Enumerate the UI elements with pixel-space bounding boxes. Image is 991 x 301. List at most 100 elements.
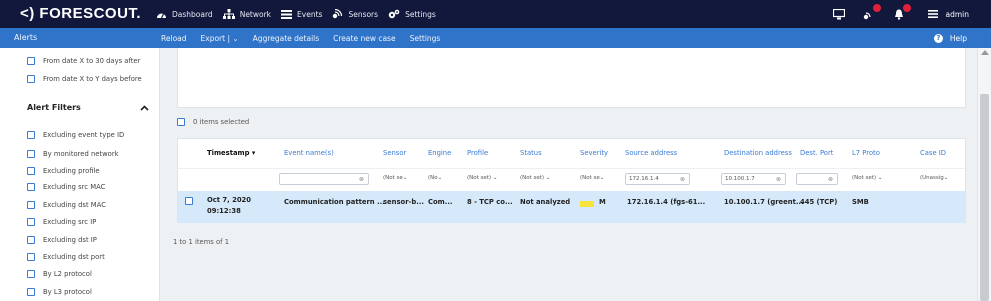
col-event-name[interactable]: Event name(s) [284, 149, 334, 157]
filter-option[interactable]: Excluding src IP [27, 218, 96, 226]
date-option[interactable]: From date X to Y days before [27, 75, 142, 83]
reload-button[interactable]: Reload [161, 34, 187, 43]
create-new-case-button[interactable]: Create new case [333, 34, 395, 43]
top-header: <) FORESCOUT. Dashboard Network Events S… [0, 0, 991, 28]
nav-network[interactable]: Network [222, 9, 271, 19]
col-destination-address[interactable]: Destination address [724, 149, 792, 157]
toolbar-actions: Reload Export | ⌄ Aggregate details Crea… [161, 28, 454, 48]
checkbox[interactable] [27, 270, 35, 278]
col-dest-port[interactable]: Dest. Port [800, 149, 833, 157]
col-timestamp[interactable]: Timestamp ▾ [207, 149, 255, 157]
event-name-filter[interactable]: ⊗ [279, 173, 369, 185]
col-status[interactable]: Status [520, 149, 542, 157]
checkbox[interactable] [27, 167, 35, 175]
filter-option[interactable]: Excluding profile [27, 167, 100, 175]
clear-icon[interactable]: ⊗ [828, 176, 833, 183]
hamburger-icon [927, 10, 938, 18]
profile-filter[interactable]: (Not set) ⌄ [467, 175, 497, 181]
select-all-checkbox[interactable] [177, 118, 185, 126]
nav-sensors[interactable]: Sensors [332, 9, 378, 19]
sensor-filter[interactable]: (Not se⌄ [383, 175, 407, 181]
clear-icon[interactable]: ⊗ [359, 176, 364, 183]
row-checkbox[interactable] [185, 197, 193, 205]
checkbox[interactable] [27, 236, 35, 244]
clear-icon[interactable]: ⊗ [680, 176, 685, 183]
filter-option[interactable]: Excluding event type ID [27, 131, 124, 139]
status-filter[interactable]: (Not set) ⌄ [520, 175, 550, 181]
nav-events[interactable]: Events [281, 9, 323, 19]
filter-sidebar: From date X to 30 days after From date X… [0, 48, 160, 301]
filter-label: Excluding dst port [43, 253, 105, 261]
username: admin [945, 9, 970, 19]
header-right-tools: admin [832, 0, 991, 28]
checkbox[interactable] [27, 150, 35, 158]
nav-settings[interactable]: Settings [388, 9, 436, 19]
filter-option[interactable]: Excluding dst IP [27, 236, 97, 244]
user-menu[interactable]: admin [927, 9, 970, 19]
filter-option[interactable]: By monitored network [27, 150, 119, 158]
filter-option[interactable]: Excluding dst MAC [27, 201, 106, 209]
cell-timestamp-date: Oct 7, 2020 [207, 196, 252, 204]
severity-filter[interactable]: (Not se⌄ [580, 175, 604, 181]
checkbox[interactable] [27, 218, 35, 226]
aggregate-details-button[interactable]: Aggregate details [253, 34, 319, 43]
checkbox[interactable] [27, 57, 35, 65]
notification-badge [872, 4, 881, 12]
export-dropdown[interactable]: Export | ⌄ [201, 34, 239, 43]
bell-icon [894, 9, 903, 20]
events-list-icon [281, 9, 293, 19]
table-row[interactable]: Oct 7, 2020 09:12:38 Communication patte… [178, 191, 965, 223]
alerts-table: Timestamp ▾ Event name(s) Sensor Engine … [177, 138, 966, 223]
alerts-main: 0 items selected Timestamp ▾ Event name(… [160, 48, 977, 301]
col-l7-proto[interactable]: L7 Proto [852, 149, 880, 157]
date-option[interactable]: From date X to 30 days after [27, 57, 140, 65]
checkbox[interactable] [27, 75, 35, 83]
destination-address-filter[interactable]: 10.100.1.7 ⊗ [721, 173, 786, 185]
checkbox[interactable] [27, 131, 35, 139]
settings-button[interactable]: Settings [410, 34, 441, 43]
checkbox[interactable] [27, 288, 35, 296]
col-engine[interactable]: Engine [428, 149, 451, 157]
l7-proto-filter[interactable]: (Not set) ⌄ [852, 175, 882, 181]
col-case-id[interactable]: Case ID [920, 149, 946, 157]
nav-dashboard[interactable]: Dashboard [156, 10, 213, 19]
checkbox[interactable] [27, 201, 35, 209]
col-profile[interactable]: Profile [467, 149, 488, 157]
monitor-button[interactable] [832, 7, 846, 21]
source-address-filter[interactable]: 172.16.1.4 ⊗ [625, 173, 690, 185]
alert-filters-header[interactable]: Alert Filters [27, 103, 149, 112]
case-id-filter[interactable]: (Unassig⌄ [920, 175, 948, 181]
notifications-button[interactable] [892, 4, 911, 21]
forescout-logo[interactable]: <) FORESCOUT. [20, 5, 141, 22]
scroll-thumb[interactable] [980, 94, 989, 301]
filter-option[interactable]: Excluding dst port [27, 253, 105, 261]
severity-indicator [580, 201, 594, 207]
gears-icon [388, 9, 400, 19]
col-source-address[interactable]: Source address [625, 149, 677, 157]
scroll-up-arrow-icon[interactable] [981, 50, 989, 55]
checkbox[interactable] [27, 183, 35, 191]
nav-dashboard-label: Dashboard [172, 9, 213, 19]
filter-option[interactable]: Excluding src MAC [27, 183, 105, 191]
engine-filter[interactable]: (No⌄ [428, 175, 442, 181]
filter-option[interactable]: By L2 protocol [27, 270, 92, 278]
col-sensor[interactable]: Sensor [383, 149, 406, 157]
clear-icon[interactable]: ⊗ [776, 176, 781, 183]
selection-status: 0 items selected [177, 118, 249, 126]
sensor-alerts-button[interactable] [862, 4, 881, 21]
help-button[interactable]: ? Help [933, 28, 967, 48]
nav-events-label: Events [297, 9, 323, 19]
filter-label: By monitored network [43, 150, 119, 158]
col-severity[interactable]: Severity [580, 149, 608, 157]
network-icon [222, 9, 235, 19]
filter-option[interactable]: By L3 protocol [27, 288, 92, 296]
chart-panel [177, 48, 966, 108]
source-filter-value: 172.16.1.4 [629, 176, 659, 182]
dest-port-filter[interactable]: ⊗ [796, 173, 838, 185]
checkbox[interactable] [27, 253, 35, 261]
cell-timestamp-time: 09:12:38 [207, 207, 241, 215]
pagination-info: 1 to 1 items of 1 [173, 238, 230, 246]
nav-sensors-label: Sensors [348, 9, 379, 19]
help-label: Help [949, 33, 967, 43]
page-scrollbar[interactable] [977, 48, 991, 301]
